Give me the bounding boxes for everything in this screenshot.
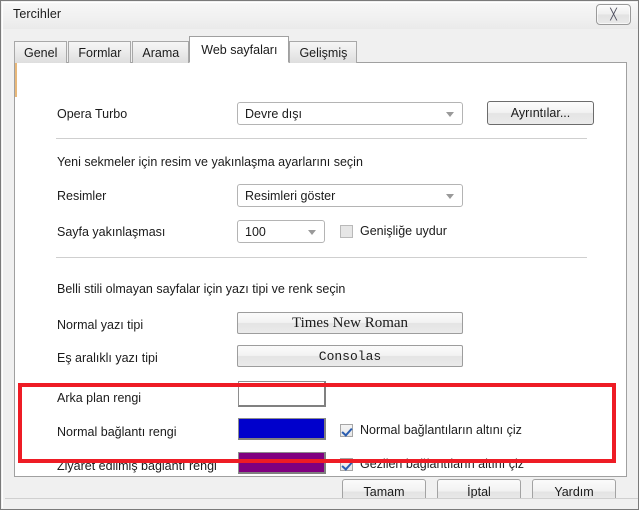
- normal-link-color-row: Normal bağlantı rengi: [57, 425, 177, 439]
- background-color-row: Arka plan rengi: [57, 391, 141, 405]
- normal-underline-checkbox-row[interactable]: Normal bağlantıların altını çiz: [340, 423, 522, 437]
- normal-link-color-swatch[interactable]: [238, 418, 326, 440]
- title-bar: Tercihler ╳: [3, 3, 638, 29]
- page-zoom-row: Sayfa yakınlaşması: [57, 225, 165, 239]
- visited-underline-checkbox[interactable]: [340, 457, 353, 471]
- visited-underline-checkbox-row[interactable]: Gezilen bağlantıların altını çiz: [340, 457, 524, 471]
- opera-turbo-value: Devre dışı: [245, 106, 302, 121]
- close-glyph: ╳: [610, 8, 617, 21]
- opera-turbo-select[interactable]: Devre dışı: [237, 102, 463, 125]
- tab-arama[interactable]: Arama: [132, 41, 190, 63]
- tab-strip: Genel Formlar Arama Web sayfaları Gelişm…: [14, 36, 358, 63]
- page-zoom-select[interactable]: 100: [237, 220, 325, 243]
- status-bar: [5, 498, 638, 507]
- images-label: Resimler: [57, 189, 107, 203]
- fit-to-width-checkbox[interactable]: [340, 224, 353, 238]
- images-section-note: Yeni sekmeler için resim ve yakınlaşma a…: [57, 155, 363, 169]
- images-row: Resimler: [57, 189, 106, 203]
- visited-link-color-swatch[interactable]: [238, 452, 326, 474]
- monospace-font-label: Eş aralıklı yazı tipi: [57, 351, 158, 365]
- close-icon[interactable]: ╳: [596, 4, 631, 25]
- page-zoom-label: Sayfa yakınlaşması: [57, 225, 166, 239]
- normal-font-label: Normal yazı tipi: [57, 318, 144, 332]
- details-button[interactable]: Ayrıntılar...: [487, 101, 594, 125]
- background-color-fill: [239, 382, 324, 405]
- visited-link-color-label: Ziyaret edilmiş bağlantı rengi: [57, 459, 217, 473]
- normal-underline-checkbox[interactable]: [340, 423, 353, 437]
- tab-content-panel: Opera Turbo Devre dışı Ayrıntılar... Yen…: [14, 62, 627, 477]
- dialog-body: Genel Formlar Arama Web sayfaları Gelişm…: [3, 29, 638, 509]
- normal-underline-label: Normal bağlantıların altını çiz: [360, 423, 522, 437]
- normal-link-color-fill: [239, 419, 324, 438]
- preferences-dialog-window: Tercihler ╳ Genel Formlar Arama Web sayf…: [0, 0, 639, 510]
- tab-gelismis[interactable]: Gelişmiş: [289, 41, 358, 63]
- tab-formlar[interactable]: Formlar: [68, 41, 132, 63]
- separator-1: [56, 138, 587, 139]
- normal-font-button[interactable]: Times New Roman: [237, 312, 463, 334]
- background-color-swatch[interactable]: [238, 381, 326, 407]
- monospace-font-button[interactable]: Consolas: [237, 345, 463, 367]
- normal-font-row: Normal yazı tipi: [57, 318, 143, 332]
- opera-turbo-label: Opera Turbo: [57, 107, 128, 121]
- page-zoom-value: 100: [245, 224, 266, 239]
- chevron-down-icon: [446, 111, 454, 117]
- monospace-font-row: Eş aralıklı yazı tipi: [57, 351, 158, 365]
- visited-link-color-row: Ziyaret edilmiş bağlantı rengi: [57, 459, 217, 473]
- images-select[interactable]: Resimleri göster: [237, 184, 463, 207]
- separator-2: [56, 257, 587, 258]
- tab-genel[interactable]: Genel: [14, 41, 68, 63]
- visited-link-color-fill: [239, 453, 324, 472]
- chevron-down-icon: [308, 229, 316, 235]
- fit-to-width-label: Genişliğe uydur: [360, 224, 447, 238]
- fonts-section-note: Belli stili olmayan sayfalar için yazı t…: [57, 282, 346, 296]
- panel-left-accent: [15, 63, 17, 97]
- opera-turbo-row: Opera Turbo: [57, 107, 127, 121]
- tab-web-sayfalari[interactable]: Web sayfaları: [189, 36, 290, 63]
- fit-to-width-checkbox-row[interactable]: Genişliğe uydur: [340, 224, 447, 238]
- chevron-down-icon: [446, 193, 454, 199]
- images-value: Resimleri göster: [245, 188, 336, 203]
- window-title: Tercihler: [13, 7, 62, 21]
- background-color-label: Arka plan rengi: [57, 391, 142, 405]
- visited-underline-label: Gezilen bağlantıların altını çiz: [360, 457, 524, 471]
- normal-link-color-label: Normal bağlantı rengi: [57, 425, 177, 439]
